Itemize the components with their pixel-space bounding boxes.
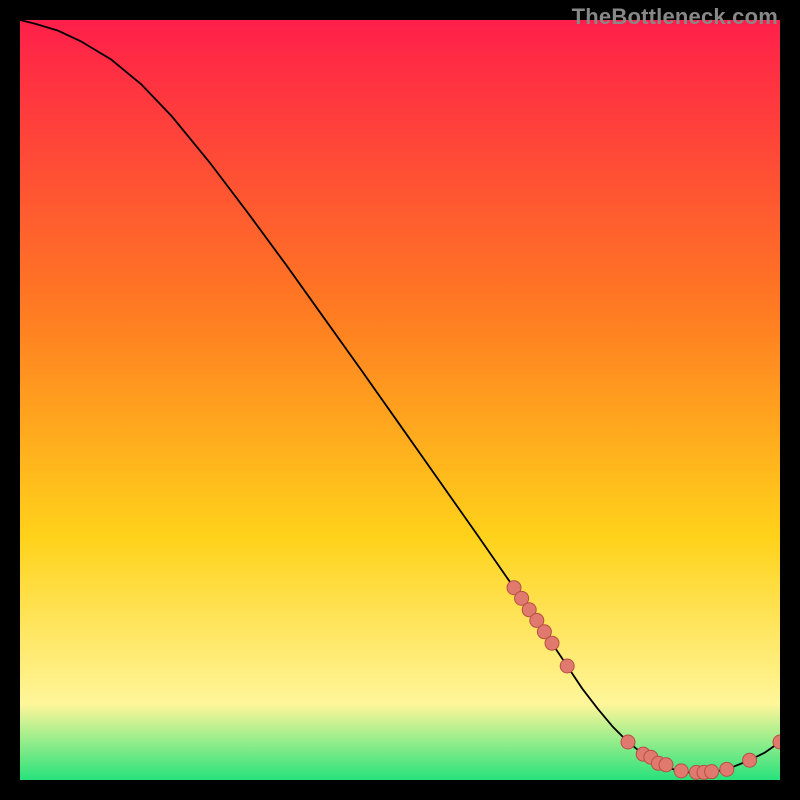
data-marker <box>705 765 719 779</box>
data-marker <box>674 764 688 778</box>
data-marker <box>743 753 757 767</box>
data-marker <box>720 762 734 776</box>
attribution-text: TheBottleneck.com <box>572 4 778 30</box>
chart-container: TheBottleneck.com <box>0 0 800 800</box>
data-markers <box>507 581 780 780</box>
data-marker <box>659 758 673 772</box>
data-marker <box>621 735 635 749</box>
data-marker <box>545 636 559 650</box>
data-marker <box>560 659 574 673</box>
curve-overlay <box>20 20 780 780</box>
plot-area <box>20 20 780 780</box>
bottleneck-curve <box>20 20 780 772</box>
